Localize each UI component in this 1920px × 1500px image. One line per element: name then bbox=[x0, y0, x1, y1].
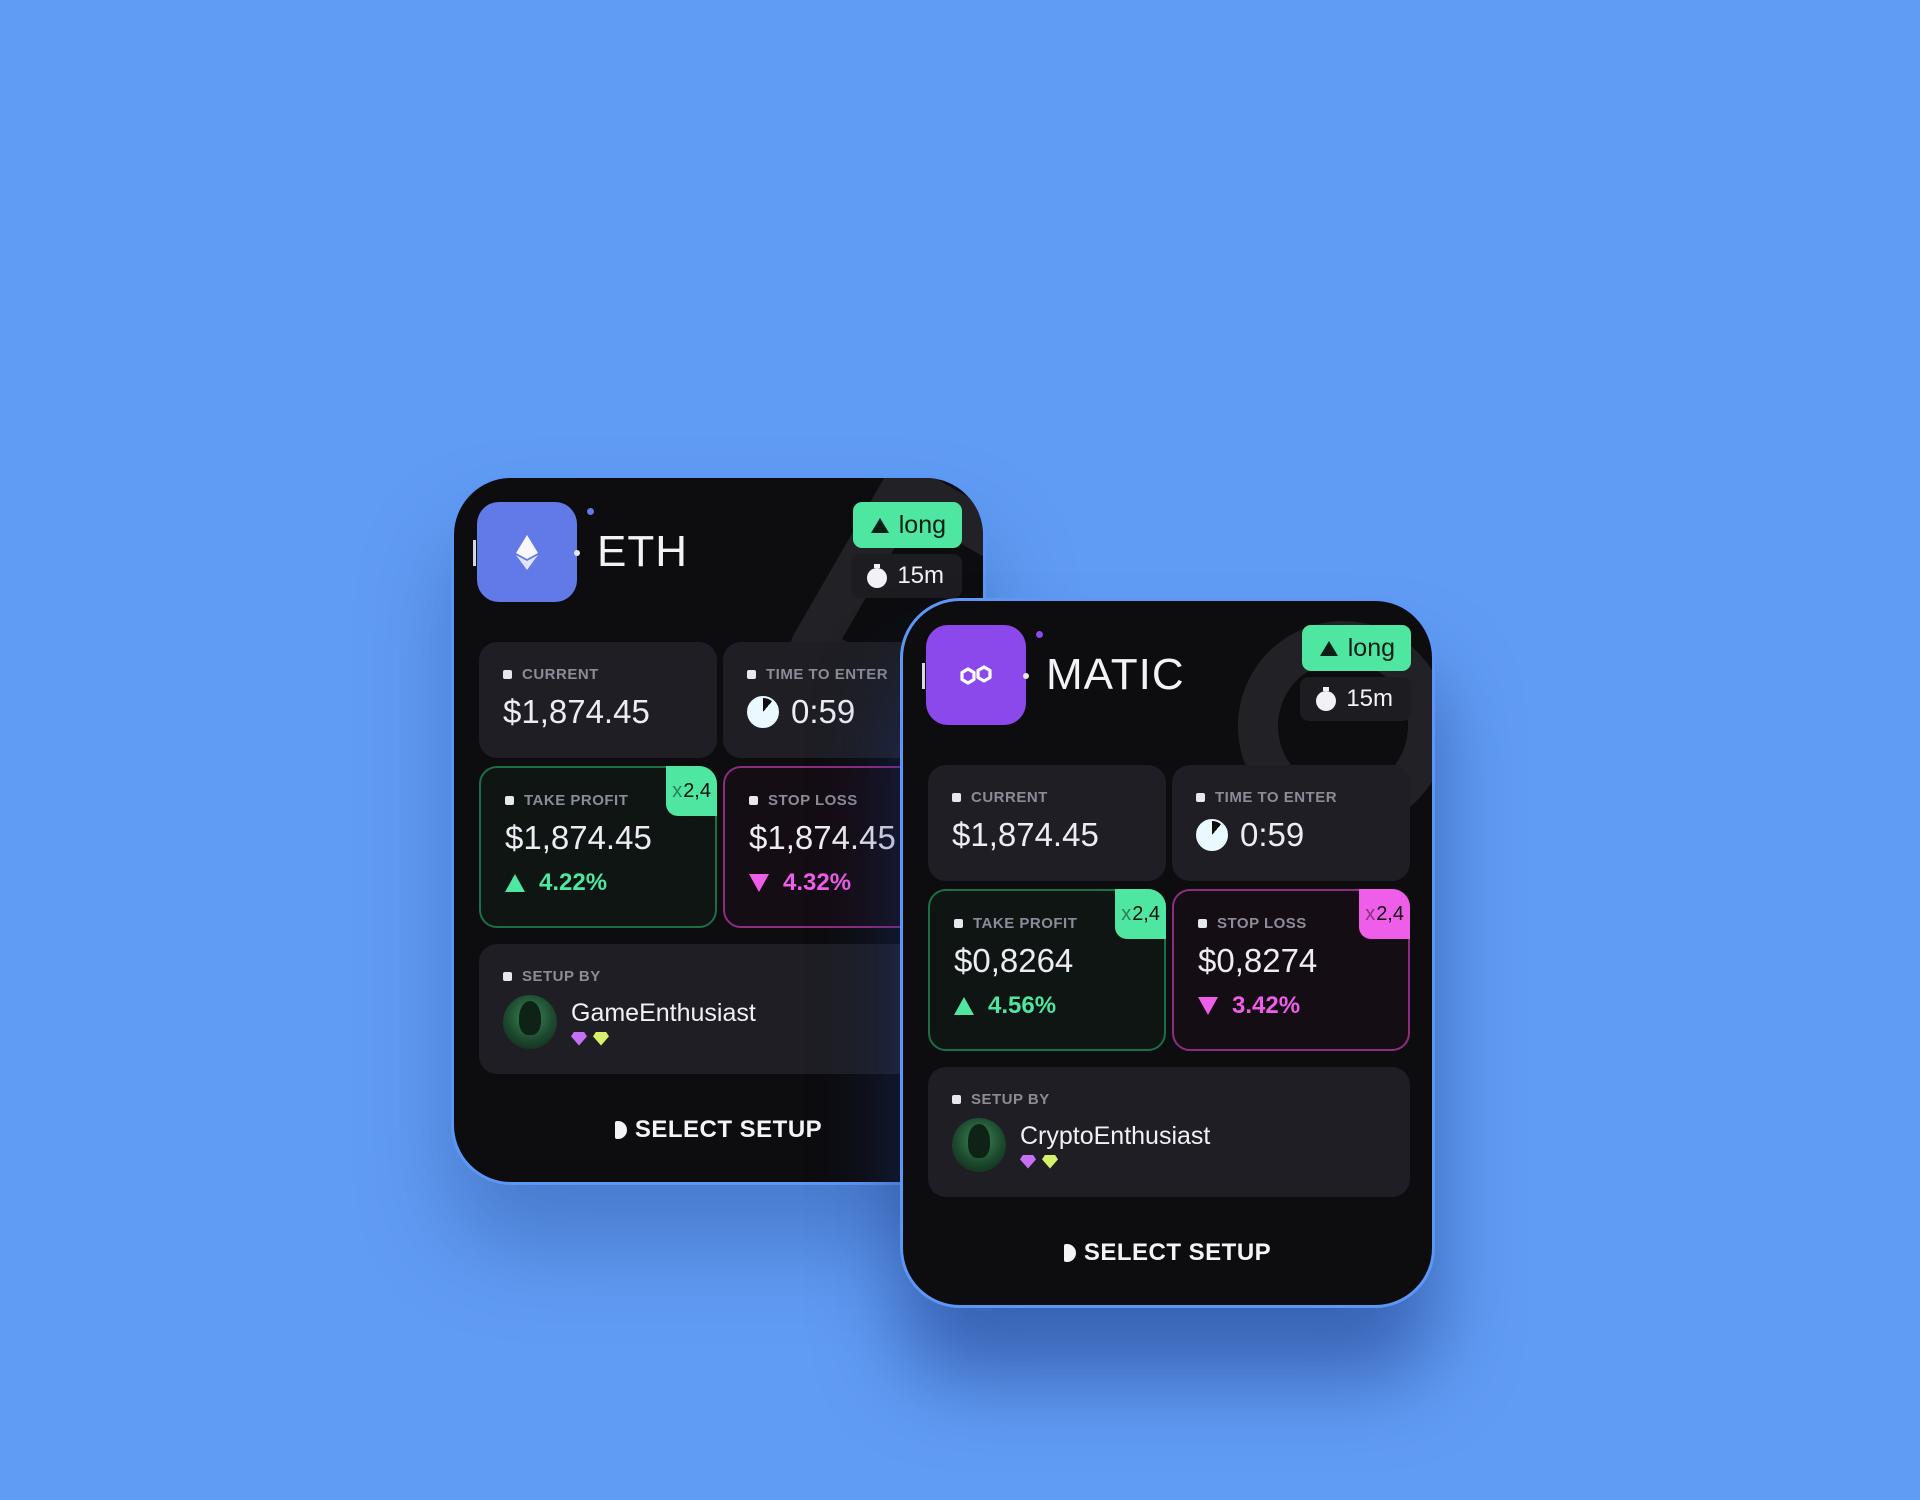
separator-dot bbox=[1023, 673, 1029, 679]
time-label: TIME TO ENTER bbox=[1196, 789, 1386, 806]
current-label: CURRENT bbox=[503, 666, 693, 683]
status-dot bbox=[587, 508, 594, 515]
card-header: MATIC long 15m bbox=[922, 625, 1416, 735]
stop-loss-percent: 3.42% bbox=[1198, 992, 1384, 1020]
current-price-tile: CURRENT $1,874.45 bbox=[928, 765, 1166, 881]
card-header: ETH long 15m bbox=[473, 502, 967, 612]
take-profit-value: $0,8264 bbox=[954, 942, 1074, 979]
setup-by-label: SETUP BY bbox=[503, 968, 937, 985]
triangle-up-icon bbox=[870, 517, 889, 533]
take-profit-tile: x 2,4 TAKE PROFIT $1,874.45 4.22% bbox=[479, 766, 717, 928]
take-profit-label: TAKE PROFIT bbox=[505, 792, 691, 809]
setup-by-tile: SETUP BY CryptoEnthusiast bbox=[928, 1067, 1410, 1197]
separator-dot bbox=[574, 550, 580, 556]
time-to-enter-tile: TIME TO ENTER 0:59 bbox=[1172, 765, 1410, 881]
direction-badge: long bbox=[852, 502, 962, 548]
direction-badge: long bbox=[1301, 625, 1411, 671]
user-name[interactable]: GameEnthusiast bbox=[571, 999, 756, 1028]
stop-loss-label: STOP LOSS bbox=[1198, 915, 1384, 932]
current-label: CURRENT bbox=[952, 789, 1142, 806]
avatar[interactable] bbox=[503, 995, 557, 1049]
direction-label: long bbox=[898, 510, 946, 539]
stopwatch-icon bbox=[1316, 687, 1337, 711]
user-badges bbox=[1020, 1154, 1210, 1169]
user-badges bbox=[571, 1031, 756, 1046]
coin-name: ETH bbox=[597, 527, 688, 576]
time-value: 0:59 bbox=[791, 693, 856, 730]
multiplier-badge: x 2,4 bbox=[1115, 889, 1166, 939]
ethereum-icon bbox=[477, 502, 577, 602]
polygon-icon bbox=[926, 625, 1026, 725]
user-name[interactable]: CryptoEnthusiast bbox=[1020, 1122, 1210, 1151]
triangle-down-icon bbox=[749, 874, 769, 892]
time-value: 0:59 bbox=[1240, 816, 1305, 853]
take-profit-tile: x 2,4 TAKE PROFIT $0,8264 4.56% bbox=[928, 889, 1166, 1051]
gem-icon bbox=[1042, 1154, 1058, 1169]
take-profit-percent: 4.22% bbox=[505, 869, 691, 897]
gem-icon bbox=[593, 1031, 609, 1046]
play-icon bbox=[614, 1121, 627, 1139]
triangle-up-icon bbox=[1319, 640, 1338, 656]
direction-label: long bbox=[1347, 633, 1395, 662]
setup-by-label: SETUP BY bbox=[952, 1091, 1386, 1108]
bracket-mark bbox=[922, 663, 925, 689]
take-profit-value: $1,874.45 bbox=[505, 819, 652, 856]
triangle-down-icon bbox=[1198, 997, 1218, 1015]
current-value: $1,874.45 bbox=[503, 693, 650, 730]
play-icon bbox=[1063, 1244, 1076, 1262]
triangle-up-icon bbox=[954, 997, 974, 1015]
setup-card-matic[interactable]: MATIC long 15m CURRENT $1,874.45 TIME TO… bbox=[900, 598, 1435, 1308]
stop-loss-tile: x 2,4 STOP LOSS $0,8274 3.42% bbox=[1172, 889, 1410, 1051]
current-price-tile: CURRENT $1,874.45 bbox=[479, 642, 717, 758]
stopwatch-icon bbox=[867, 564, 888, 588]
setup-by-tile: SETUP BY GameEnthusiast bbox=[479, 944, 961, 1074]
triangle-up-icon bbox=[505, 874, 525, 892]
take-profit-percent: 4.56% bbox=[954, 992, 1140, 1020]
gem-icon bbox=[571, 1031, 587, 1046]
status-dot bbox=[1036, 631, 1043, 638]
pie-timer-icon bbox=[747, 696, 779, 728]
multiplier-badge: x 2,4 bbox=[666, 766, 717, 816]
current-value: $1,874.45 bbox=[952, 816, 1099, 853]
select-setup-button[interactable]: SELECT SETUP bbox=[903, 1239, 1432, 1267]
timeframe-label: 15m bbox=[897, 562, 944, 589]
gem-icon bbox=[1020, 1154, 1036, 1169]
timeframe-badge: 15m bbox=[1300, 677, 1411, 721]
timeframe-label: 15m bbox=[1346, 685, 1393, 712]
avatar[interactable] bbox=[952, 1118, 1006, 1172]
stop-loss-value: $0,8274 bbox=[1198, 942, 1318, 979]
pie-timer-icon bbox=[1196, 819, 1228, 851]
coin-name: MATIC bbox=[1046, 650, 1185, 699]
timeframe-badge: 15m bbox=[851, 554, 962, 598]
multiplier-badge: x 2,4 bbox=[1359, 889, 1410, 939]
take-profit-label: TAKE PROFIT bbox=[954, 915, 1140, 932]
bracket-mark bbox=[473, 540, 476, 566]
